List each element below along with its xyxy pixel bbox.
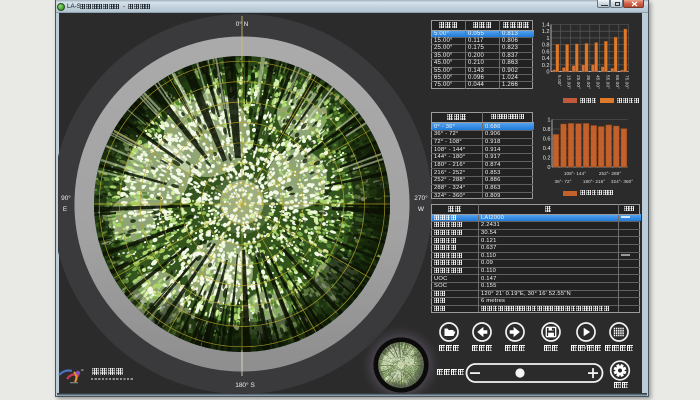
svg-text:5.00°: 5.00° (556, 75, 562, 86)
svg-text:0.2: 0.2 (542, 63, 550, 69)
svg-text:0: 0 (546, 70, 549, 76)
svg-text:W: W (418, 206, 425, 213)
svg-text:270°: 270° (414, 194, 428, 202)
svg-text:252°- 288°: 252°- 288° (599, 171, 621, 176)
svg-text:36°- 72°: 36°- 72° (554, 179, 571, 184)
svg-text:E: E (63, 206, 68, 213)
svg-text:1: 1 (547, 118, 550, 124)
svg-text:0.6: 0.6 (542, 49, 550, 55)
svg-text:0.8: 0.8 (543, 127, 551, 133)
svg-text:0.4: 0.4 (543, 146, 551, 152)
svg-text:0.8: 0.8 (542, 43, 550, 49)
svg-text:0.2: 0.2 (543, 156, 551, 162)
svg-text:65.00°: 65.00° (614, 75, 620, 89)
svg-text:35.00°: 35.00° (585, 75, 591, 89)
svg-text:55.00°: 55.00° (604, 75, 610, 89)
svg-text:108°- 144°: 108°- 144° (564, 171, 586, 176)
svg-text:90°: 90° (61, 194, 71, 202)
svg-text:1.4: 1.4 (542, 23, 550, 29)
svg-text:0.6: 0.6 (543, 137, 551, 143)
svg-text:0: 0 (547, 165, 550, 171)
svg-text:180° S: 180° S (235, 381, 255, 389)
svg-text:1: 1 (546, 36, 549, 42)
svg-text:45.00°: 45.00° (595, 75, 601, 89)
svg-text:1.2: 1.2 (542, 29, 550, 35)
svg-text:324°- 360°: 324°- 360° (611, 179, 633, 184)
svg-text:25.00°: 25.00° (575, 75, 581, 89)
svg-text:180°- 216°: 180°- 216° (583, 179, 605, 184)
svg-text:75.00°: 75.00° (624, 75, 630, 89)
svg-text:15.00°: 15.00° (566, 75, 572, 89)
svg-text:0° N: 0° N (236, 20, 249, 28)
svg-text:0.4: 0.4 (542, 56, 550, 62)
